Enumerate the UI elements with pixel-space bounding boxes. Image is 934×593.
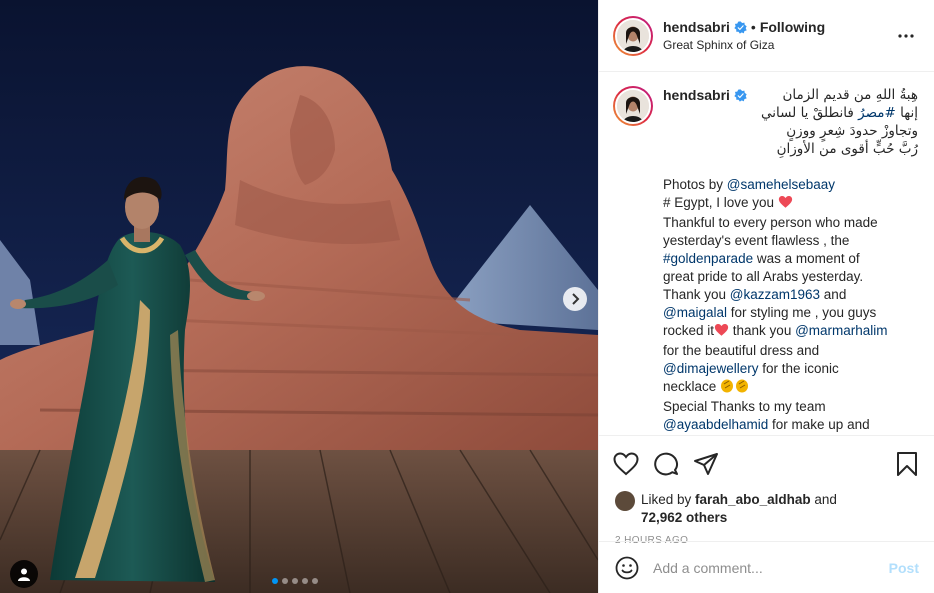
caption-text-segment: Thank you bbox=[663, 287, 730, 302]
likes-prefix: Liked by bbox=[641, 492, 696, 507]
tagged-users-button[interactable] bbox=[10, 560, 38, 588]
emoji-button[interactable] bbox=[613, 554, 641, 582]
clapping-hands-emoji-icon bbox=[720, 378, 750, 398]
emoji-icon bbox=[615, 556, 639, 579]
caption-first-line: hendsabri هِبةُ اللهِ من قديم الزمان bbox=[663, 86, 918, 104]
caption-line: for the beautiful dress and bbox=[663, 342, 918, 360]
post-details-panel: hendsabri • Following Great Sphinx of Gi… bbox=[598, 0, 934, 593]
caption-line: @dimajewellery for the iconic bbox=[663, 360, 918, 378]
caption-avatar[interactable] bbox=[613, 86, 653, 126]
instagram-post: hendsabri • Following Great Sphinx of Gi… bbox=[0, 0, 934, 593]
carousel-dot bbox=[292, 578, 298, 584]
caption-text-segment: and bbox=[820, 287, 847, 302]
mention-link[interactable]: @dimajewellery bbox=[663, 361, 758, 376]
caption-arabic-line: هِبةُ اللهِ من قديم الزمان bbox=[782, 87, 918, 103]
caption-text-segment: # Egypt, I love you bbox=[663, 195, 778, 210]
caption-line: Photos by @samehelsebaay bbox=[663, 176, 918, 194]
caption-username-link[interactable]: hendsabri bbox=[663, 86, 730, 104]
caption-text: hendsabri هِبةُ اللهِ من قديم الزمان إنه… bbox=[663, 86, 918, 434]
carousel-dot bbox=[282, 578, 288, 584]
red-heart-emoji-icon bbox=[714, 323, 729, 342]
heart-icon bbox=[613, 451, 639, 475]
post-header: hendsabri • Following Great Sphinx of Gi… bbox=[599, 0, 934, 72]
caption-arabic-line: وتجاوزْ حدودَ شِعرٍ ووزنٍ bbox=[786, 123, 918, 139]
avatar-image bbox=[617, 19, 649, 52]
mention-link[interactable]: @marmarhalim bbox=[795, 323, 887, 338]
avatar-image bbox=[617, 90, 649, 122]
action-bar bbox=[599, 435, 934, 491]
caption-line: #goldenparade was a moment of bbox=[663, 250, 918, 268]
caption-text-segment: great pride to all Arabs yesterday. bbox=[663, 269, 864, 284]
caption-line: rocked it thank you @marmarhalim bbox=[663, 322, 918, 342]
post-comment-button[interactable]: Post bbox=[889, 560, 919, 576]
likes-and: and bbox=[810, 492, 837, 507]
carousel-dot bbox=[272, 578, 278, 584]
caption-text-segment: Thankful to every person who made bbox=[663, 215, 878, 230]
hashtag-link[interactable]: #مصرُ bbox=[858, 105, 896, 121]
likes-count-link[interactable]: 72,962 others bbox=[641, 510, 727, 525]
location-link[interactable]: Great Sphinx of Giza bbox=[663, 38, 894, 52]
liker-avatar[interactable] bbox=[615, 491, 635, 511]
caption-arabic-line: إنها #مصرُ فانطلقْ يا لساني bbox=[761, 105, 918, 121]
caption-text-segment: thank you bbox=[729, 323, 796, 338]
author-avatar[interactable] bbox=[613, 15, 653, 56]
verified-badge-icon bbox=[734, 20, 747, 34]
caption-text-segment: for the beautiful dress and bbox=[663, 343, 820, 358]
carousel-indicator bbox=[272, 578, 318, 584]
more-options-icon bbox=[898, 33, 914, 38]
caption-line: great pride to all Arabs yesterday. bbox=[663, 268, 918, 286]
caption-line: Special Thanks to my team bbox=[663, 398, 918, 416]
caption-text-segment: for styling me , you guys bbox=[726, 305, 877, 320]
caption-arabic-line: رُبَّ حُبٍّ أقوى من الأوزانِ bbox=[776, 141, 918, 157]
tag-user-icon bbox=[18, 568, 30, 581]
add-comment-bar: Post bbox=[599, 541, 934, 593]
carousel-dot bbox=[312, 578, 318, 584]
following-button[interactable]: Following bbox=[760, 19, 825, 35]
caption-line: # Egypt, I love you bbox=[663, 194, 918, 214]
caption-line: Thank you @kazzam1963 and bbox=[663, 286, 918, 304]
liker-username-link[interactable]: farah_abo_aldhab bbox=[695, 492, 811, 507]
comments-section[interactable]: hendsabri هِبةُ اللهِ من قديم الزمان إنه… bbox=[599, 72, 934, 435]
mention-link[interactable]: @samehelsebaay bbox=[727, 177, 835, 192]
mention-link[interactable]: @maigalal bbox=[663, 305, 727, 320]
caption-text-segment: Photos by bbox=[663, 177, 727, 192]
caption: hendsabri هِبةُ اللهِ من قديم الزمان إنه… bbox=[613, 86, 918, 434]
mention-link[interactable]: @kazzam1963 bbox=[730, 287, 820, 302]
caption-english-text: Photos by @samehelsebaay # Egypt, I love … bbox=[663, 176, 918, 434]
share-icon bbox=[694, 452, 718, 475]
bookmark-icon bbox=[897, 452, 917, 476]
verified-badge-icon bbox=[734, 88, 747, 102]
comment-input[interactable] bbox=[653, 559, 889, 576]
caption-text-segment: for the iconic bbox=[758, 361, 839, 376]
caption-line: yesterday's event flawless , the bbox=[663, 232, 918, 250]
caption-text-segment: rocked it bbox=[663, 323, 715, 338]
caption-text-segment: was a moment of bbox=[753, 251, 860, 266]
share-button[interactable] bbox=[693, 444, 733, 484]
comment-button[interactable] bbox=[653, 444, 693, 484]
next-photo-button[interactable] bbox=[563, 287, 587, 311]
comment-icon bbox=[654, 452, 679, 475]
like-button[interactable] bbox=[613, 444, 653, 484]
caption-line: @maigalal for styling me , you guys bbox=[663, 304, 918, 322]
caption-line: @ayaabdelhamid for make up and bbox=[663, 416, 918, 434]
post-photo bbox=[0, 0, 598, 593]
caption-text-segment: Special Thanks to my team bbox=[663, 399, 826, 414]
header-separator: • bbox=[750, 19, 756, 35]
post-media[interactable] bbox=[0, 0, 598, 593]
likes-summary: Liked by farah_abo_aldhab and 72,962 oth… bbox=[599, 491, 934, 531]
save-button[interactable] bbox=[892, 444, 922, 484]
mention-link[interactable]: @ayaabdelhamid bbox=[663, 417, 768, 432]
mention-link[interactable]: #goldenparade bbox=[663, 251, 753, 266]
red-heart-emoji-icon bbox=[778, 195, 793, 214]
more-options-button[interactable] bbox=[894, 24, 918, 48]
caption-line: necklace bbox=[663, 378, 918, 398]
caption-text-segment: yesterday's event flawless , the bbox=[663, 233, 850, 248]
carousel-dot bbox=[302, 578, 308, 584]
next-arrow-icon bbox=[572, 293, 580, 305]
caption-text-segment: for make up and bbox=[768, 417, 870, 432]
caption-line: Thankful to every person who made bbox=[663, 214, 918, 232]
author-username-link[interactable]: hendsabri bbox=[663, 19, 730, 35]
caption-text-segment: necklace bbox=[663, 379, 721, 394]
